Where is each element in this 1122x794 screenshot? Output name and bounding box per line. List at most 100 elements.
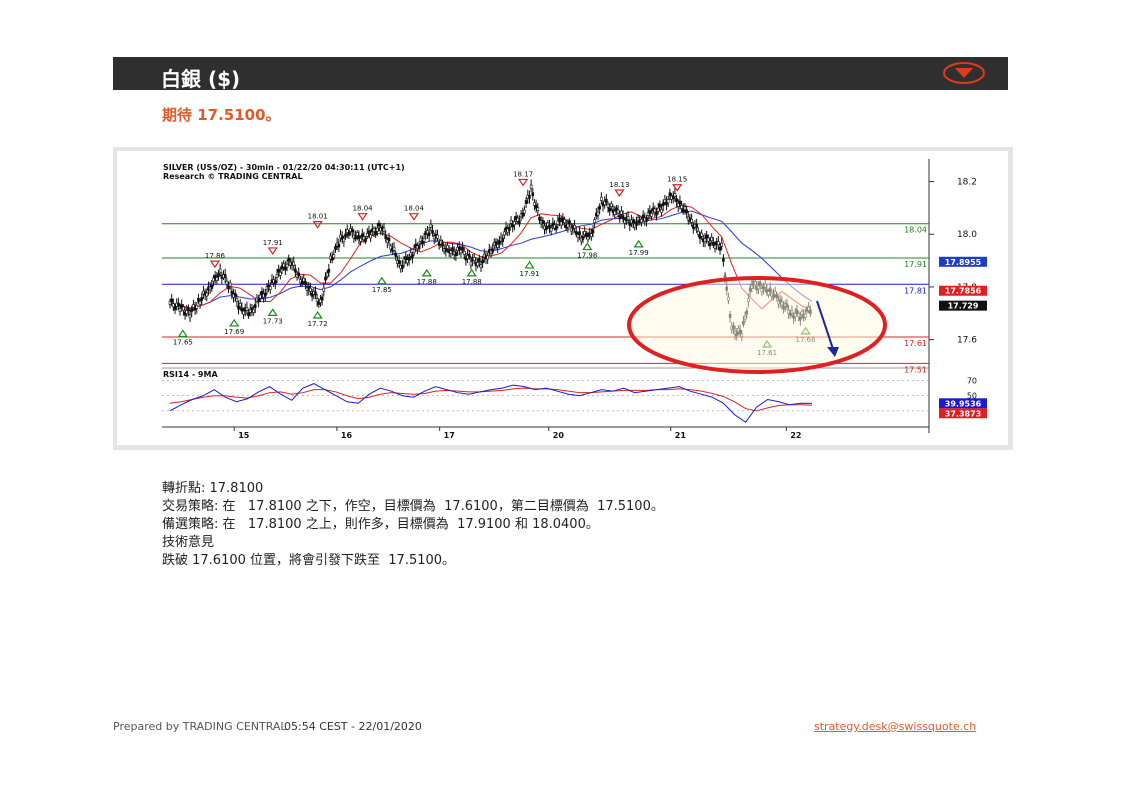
candle-body xyxy=(334,246,337,250)
time-tick-label: 15 xyxy=(238,431,250,440)
candle-body xyxy=(573,224,576,229)
candle-body xyxy=(274,280,277,285)
candle-body xyxy=(245,306,249,311)
candle-body xyxy=(508,226,511,231)
candle-body xyxy=(322,287,326,292)
candle-body xyxy=(223,274,227,278)
candle-body xyxy=(544,226,548,231)
candle-body xyxy=(590,233,593,238)
candle-body xyxy=(382,227,386,232)
price-tag-label: 17.8955 xyxy=(945,258,982,267)
candle-body xyxy=(462,251,466,255)
swing-high-marker xyxy=(357,213,368,221)
triangle-down-circle-icon[interactable] xyxy=(942,61,986,85)
candle-body xyxy=(269,286,272,291)
candle-body xyxy=(509,219,513,224)
candle-body xyxy=(369,234,372,239)
candle-body xyxy=(559,221,563,226)
candle-body xyxy=(394,253,398,257)
candle-body xyxy=(178,308,182,312)
candle-body xyxy=(355,232,359,236)
candle-body xyxy=(518,220,521,225)
candle-body xyxy=(690,218,693,223)
rsi-value-label: 37.3873 xyxy=(945,409,981,418)
time-tick-label: 20 xyxy=(553,431,565,440)
candle-body xyxy=(618,215,622,220)
alternative-text: 備選策略: 在 17.8100 之上，則作多，目標價為 17.9100 和 18… xyxy=(162,517,599,532)
candle-body xyxy=(401,264,404,269)
candle-body xyxy=(586,236,590,241)
candle-body xyxy=(451,247,454,252)
candle-body xyxy=(314,291,317,296)
candle-body xyxy=(556,220,560,225)
chart-area: SILVER (US$/OZ) - 30min - 01/22/20 04:30… xyxy=(117,151,1008,445)
swing-high-marker xyxy=(517,178,529,187)
swing-high-marker xyxy=(209,260,221,269)
candle-body xyxy=(412,249,416,253)
candle-body xyxy=(195,304,199,309)
candle-body xyxy=(538,216,541,221)
level-label: 17.81 xyxy=(904,286,927,295)
candle-body xyxy=(581,236,585,240)
candle-body xyxy=(337,243,341,248)
candle-body xyxy=(476,262,479,267)
price-tick-label: 17.6 xyxy=(957,336,977,346)
swing-high-marker xyxy=(267,247,278,256)
time-tick-label: 22 xyxy=(790,431,801,440)
outlook-subtitle: 期待 17.5100。 xyxy=(162,106,281,124)
price-tag-label: 17.729 xyxy=(948,302,979,311)
candle-body xyxy=(645,218,648,222)
candle-body xyxy=(528,194,531,199)
swing-low-marker xyxy=(267,308,278,316)
candle-body xyxy=(327,268,331,273)
candle-body xyxy=(182,306,185,311)
pivot-text: 轉折點: 17.8100 xyxy=(162,481,264,496)
candle-body xyxy=(392,246,396,251)
level-label: 17.91 xyxy=(904,260,927,269)
email-link[interactable]: strategy.desk@swissquote.ch xyxy=(814,720,976,733)
candle-body xyxy=(680,205,683,209)
candle-body xyxy=(218,268,222,273)
strategy-text: 交易策略: 在 17.8100 之下，作空，目標價為 17.6100，第二目標價… xyxy=(162,499,664,514)
candle-body xyxy=(558,217,561,222)
chart-title: SILVER (US$/OZ) - 30min - 01/22/20 04:30… xyxy=(163,163,405,172)
candle-body xyxy=(650,212,653,217)
candle-body xyxy=(596,211,600,216)
candle-body xyxy=(566,223,570,228)
candle-body xyxy=(620,210,623,215)
candle-body xyxy=(173,306,177,311)
rsi-tick-label: 70 xyxy=(967,377,977,386)
candle-body xyxy=(461,246,464,251)
candle-body xyxy=(431,229,434,234)
candle-body xyxy=(384,235,387,240)
candle-body xyxy=(257,298,260,303)
candle-body xyxy=(177,302,180,307)
price-tick-label: 18.0 xyxy=(957,230,977,240)
candle-body xyxy=(713,244,717,249)
swing-high-label: 18.15 xyxy=(667,176,687,184)
candle-body xyxy=(197,297,200,302)
candle-body xyxy=(513,221,516,226)
candle-body xyxy=(417,245,421,250)
price-tick-label: 18.2 xyxy=(957,178,977,188)
candle-body xyxy=(367,230,371,235)
candle-body xyxy=(446,245,449,249)
swing-low-label: 17.73 xyxy=(263,317,283,325)
swing-low-label: 17.69 xyxy=(224,328,244,336)
prepared-by: Prepared by TRADING CENTRAL xyxy=(113,720,287,733)
candle-body xyxy=(258,294,262,299)
candle-body xyxy=(631,219,635,224)
candle-body xyxy=(481,259,484,264)
candle-body xyxy=(707,237,710,242)
candle-body xyxy=(640,218,643,223)
candle-body xyxy=(240,307,244,312)
candle-body xyxy=(233,292,237,297)
swing-low-marker xyxy=(421,268,432,277)
candle-body xyxy=(666,199,670,204)
candle-body xyxy=(228,282,232,287)
candle-body xyxy=(697,231,700,235)
price-chart: SILVER (US$/OZ) - 30min - 01/22/20 04:30… xyxy=(162,159,987,440)
candle-body xyxy=(668,192,672,197)
candle-body xyxy=(350,228,354,233)
candle-body xyxy=(309,288,312,292)
